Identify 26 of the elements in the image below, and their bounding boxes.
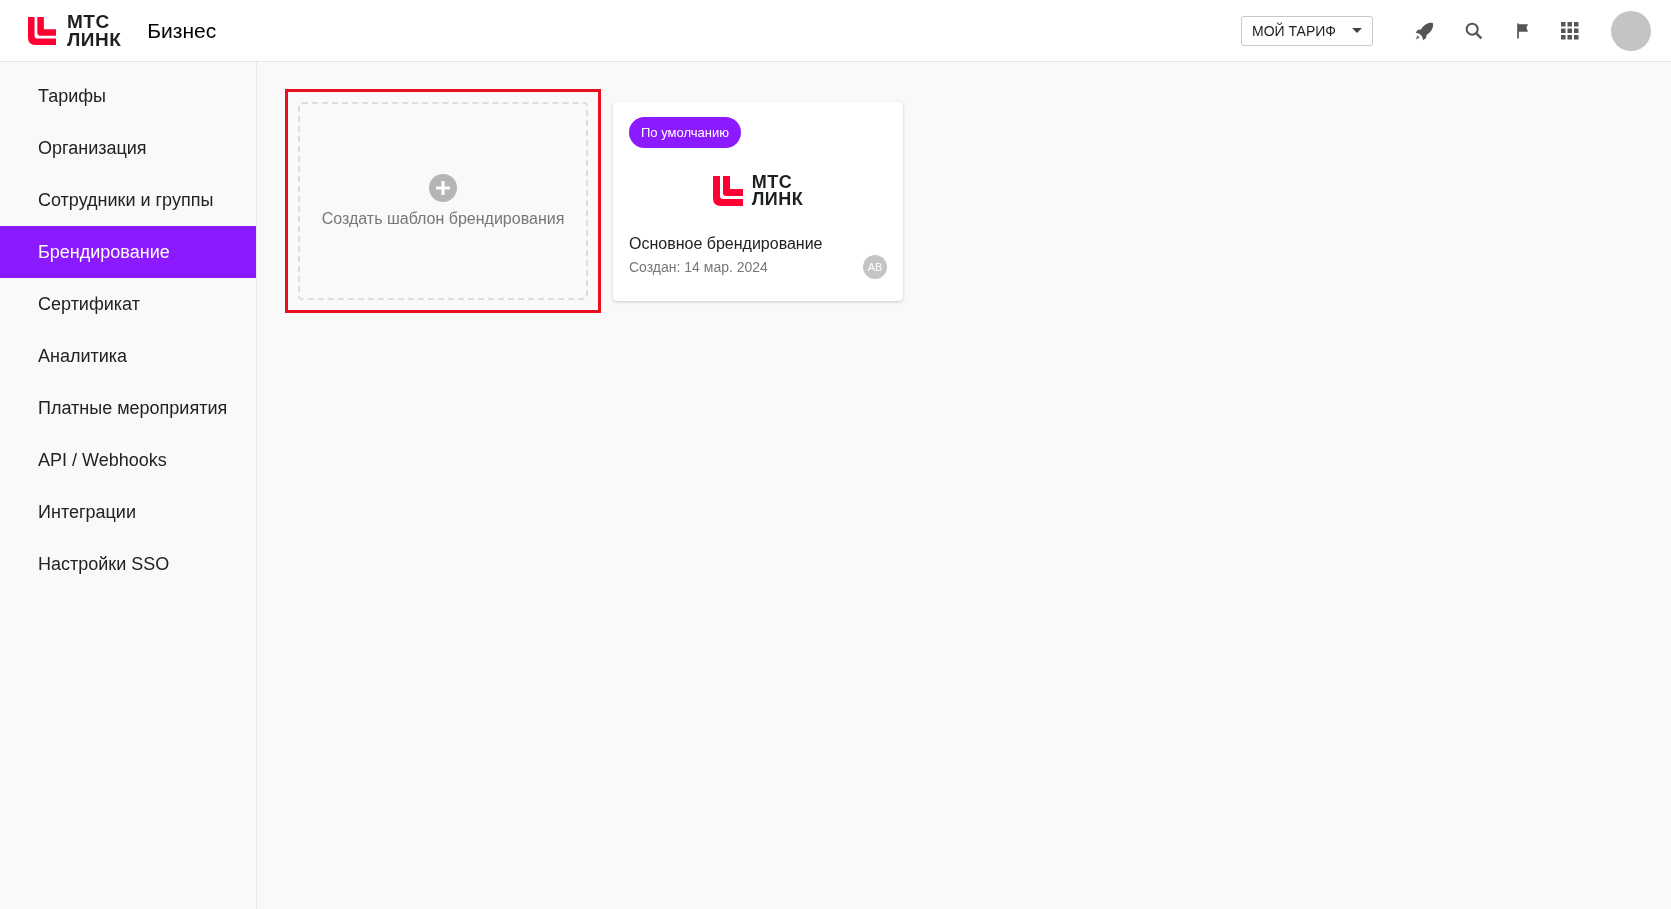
sidebar-item[interactable]: Настройки SSO <box>0 538 256 590</box>
create-template-label: Создать шаблон брендирования <box>321 210 565 228</box>
product-title: Бизнес <box>147 18 217 43</box>
sidebar-item[interactable]: Тарифы <box>0 70 256 122</box>
logo-text: МТС ЛИНК <box>751 174 804 208</box>
logo-text: МТС ЛИНК <box>67 13 122 48</box>
sidebar-item[interactable]: Платные мероприятия <box>0 382 256 434</box>
sidebar-item[interactable]: Брендирование <box>0 226 256 278</box>
logo-mark-icon <box>28 16 56 45</box>
logo-mark-icon <box>712 175 743 206</box>
default-badge: По умолчанию <box>629 117 741 148</box>
plus-circle-icon <box>429 174 457 202</box>
sidebar-item[interactable]: Сотрудники и группы <box>0 174 256 226</box>
sidebar-item[interactable]: Аналитика <box>0 330 256 382</box>
author-avatar: АВ <box>863 255 887 280</box>
sidebar-item[interactable]: Сертификат <box>0 278 256 330</box>
template-card[interactable]: По умолчанию МТС ЛИНК Основное брендирование Создан: 14 мар. 2024 АВ <box>613 102 903 301</box>
apps-grid-icon[interactable] <box>1561 21 1579 40</box>
sidebar-item[interactable]: Интеграции <box>0 486 256 538</box>
template-name: Основное брендирование <box>629 235 824 254</box>
sidebar-item[interactable]: API / Webhooks <box>0 434 256 486</box>
create-template-card[interactable]: Создать шаблон брендирования <box>298 102 588 300</box>
tariff-dropdown[interactable]: МОЙ ТАРИФ <box>1241 15 1373 46</box>
sidebar-item[interactable]: Организация <box>0 122 256 174</box>
caret-icon <box>1352 28 1362 33</box>
created-date: Создан: 14 мар. 2024 <box>629 259 768 276</box>
